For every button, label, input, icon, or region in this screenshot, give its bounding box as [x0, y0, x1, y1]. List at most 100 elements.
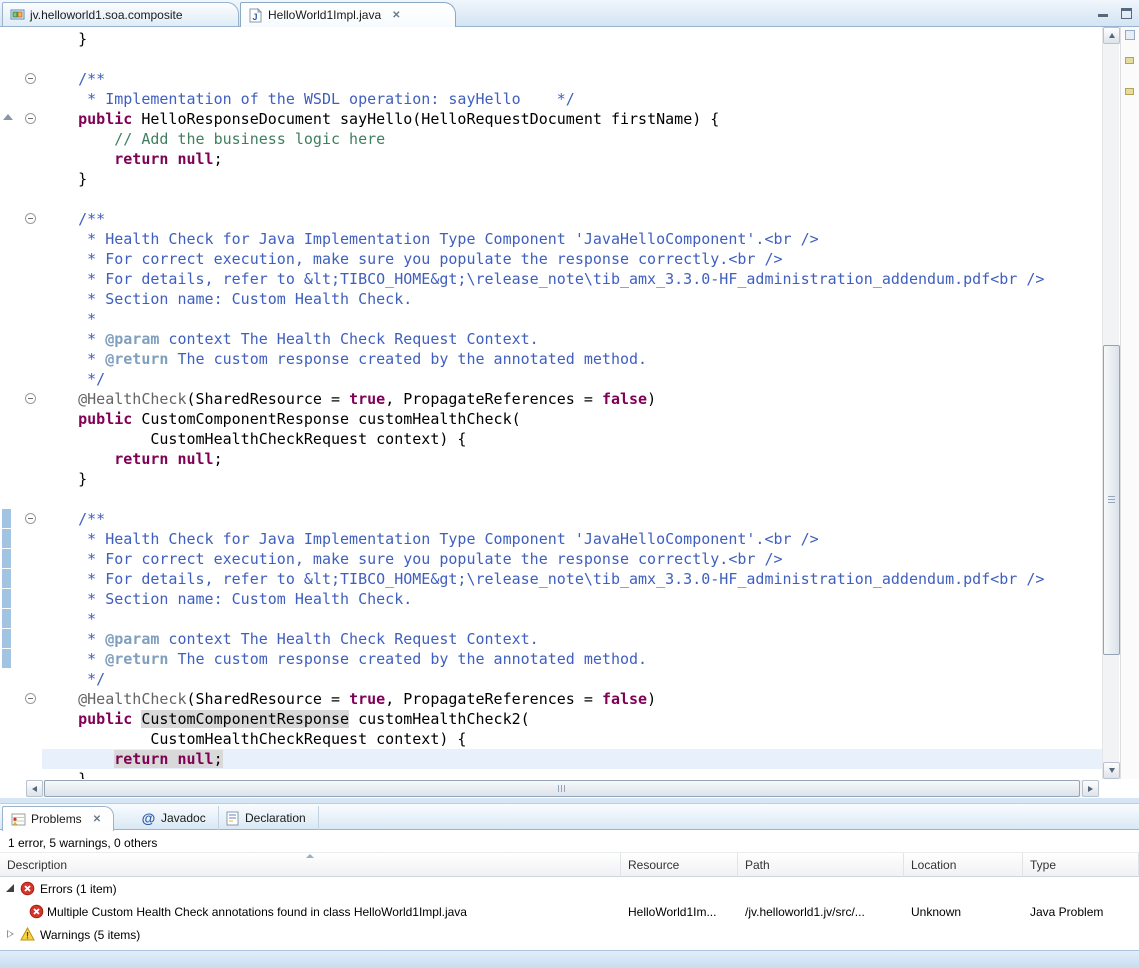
code-line[interactable]: // Add the business logic here [42, 129, 1102, 149]
overview-ruler-header-icon[interactable] [1125, 30, 1135, 40]
code-line[interactable]: return null; [42, 449, 1102, 469]
code-line[interactable]: * @param context The Health Check Reques… [42, 629, 1102, 649]
code-line[interactable]: * @return The custom response created by… [42, 649, 1102, 669]
editor-tab-helloworld1impl-java[interactable]: J HelloWorld1Impl.java ✕ [240, 2, 456, 27]
problems-view: Problems ✕ @ Javadoc Declaration [0, 803, 1139, 950]
maximize-view-icon[interactable] [1119, 5, 1133, 19]
declaration-view-icon [225, 811, 240, 826]
overview-warning-marker[interactable] [1125, 57, 1134, 64]
code-line[interactable]: * For details, refer to &lt;TIBCO_HOME&g… [42, 569, 1102, 589]
code-line[interactable]: public CustomComponentResponse customHea… [42, 709, 1102, 729]
code-line[interactable]: CustomHealthCheckRequest context) { [42, 429, 1102, 449]
tab-javadoc[interactable]: @ Javadoc [133, 806, 219, 830]
code-line[interactable]: * Section name: Custom Health Check. [42, 589, 1102, 609]
code-line[interactable]: */ [42, 369, 1102, 389]
code-line[interactable]: * Health Check for Java Implementation T… [42, 529, 1102, 549]
folding-ruler[interactable] [20, 27, 42, 779]
column-header-resource[interactable]: Resource [621, 853, 738, 877]
code-line[interactable]: return null; [42, 149, 1102, 169]
vertical-scrollbar[interactable] [1102, 27, 1119, 779]
problems-group-errors[interactable]: Errors (1 item) [0, 877, 1139, 900]
java-editor: } /** * Implementation of the WSDL opera… [0, 27, 1139, 798]
fold-collapse-icon[interactable] [25, 393, 36, 404]
tab-label: Javadoc [161, 811, 206, 825]
code-line[interactable]: * [42, 609, 1102, 629]
code-line[interactable]: * For correct execution, make sure you p… [42, 249, 1102, 269]
fold-collapse-icon[interactable] [25, 73, 36, 84]
collapse-group-icon[interactable] [6, 884, 14, 892]
tab-problems[interactable]: Problems ✕ [2, 806, 114, 831]
code-line[interactable]: * For details, refer to &lt;TIBCO_HOME&g… [42, 269, 1102, 289]
scroll-left-button[interactable] [26, 780, 43, 797]
annotation-ruler[interactable] [0, 27, 20, 779]
vertical-scrollbar-thumb[interactable] [1103, 345, 1120, 655]
fold-collapse-icon[interactable] [25, 113, 36, 124]
code-line[interactable]: public HelloResponseDocument sayHello(He… [42, 109, 1102, 129]
group-label: Warnings (5 items) [40, 928, 140, 942]
code-line[interactable]: * Health Check for Java Implementation T… [42, 229, 1102, 249]
column-header-description[interactable]: Description [0, 853, 621, 877]
code-line[interactable]: */ [42, 669, 1102, 689]
fold-collapse-icon[interactable] [25, 213, 36, 224]
problems-summary: 1 error, 5 warnings, 0 others [0, 831, 1139, 853]
code-line[interactable]: CustomHealthCheckRequest context) { [42, 729, 1102, 749]
java-file-icon: J [248, 8, 263, 23]
scroll-up-button[interactable] [1103, 27, 1120, 44]
code-line[interactable]: /** [42, 69, 1102, 89]
code-line[interactable]: } [42, 469, 1102, 489]
problems-row-error[interactable]: Multiple Custom Health Check annotations… [0, 900, 1139, 923]
quick-diff-change-bar [2, 509, 11, 528]
scroll-down-button[interactable] [1103, 762, 1120, 779]
code-line[interactable]: /** [42, 209, 1102, 229]
problem-path: /jv.helloworld1.jv/src/... [745, 905, 865, 919]
column-header-path[interactable]: Path [738, 853, 904, 877]
sort-ascending-icon [306, 854, 314, 858]
code-line[interactable]: * For correct execution, make sure you p… [42, 549, 1102, 569]
code-line[interactable] [42, 49, 1102, 69]
editor-tab-label: jv.helloworld1.soa.composite [30, 8, 183, 22]
code-line[interactable]: * @return The custom response created by… [42, 349, 1102, 369]
code-line[interactable]: @HealthCheck(SharedResource = true, Prop… [42, 389, 1102, 409]
quick-diff-change-bar [2, 609, 11, 628]
code-line[interactable]: } [42, 169, 1102, 189]
warning-icon: ! [20, 927, 35, 942]
code-line[interactable]: return null; [42, 749, 1102, 769]
editor-tab-label: HelloWorld1Impl.java [268, 8, 381, 22]
code-line[interactable]: * @param context The Health Check Reques… [42, 329, 1102, 349]
code-line[interactable]: * [42, 309, 1102, 329]
problems-table-header: Description Resource Path Location Type [0, 853, 1139, 877]
view-tab-bar: Problems ✕ @ Javadoc Declaration [0, 803, 1139, 830]
editor-tab-composite[interactable]: jv.helloworld1.soa.composite [2, 2, 239, 26]
code-line[interactable]: } [42, 769, 1102, 779]
expand-group-icon[interactable] [7, 930, 14, 938]
horizontal-scrollbar-thumb[interactable] [44, 780, 1080, 797]
code-line[interactable]: @HealthCheck(SharedResource = true, Prop… [42, 689, 1102, 709]
code-line[interactable] [42, 189, 1102, 209]
svg-text:J: J [252, 12, 257, 22]
code-line[interactable]: * Implementation of the WSDL operation: … [42, 89, 1102, 109]
javadoc-view-icon: @ [141, 811, 156, 826]
tab-label: Declaration [245, 811, 306, 825]
fold-collapse-icon[interactable] [25, 693, 36, 704]
code-line[interactable]: * Section name: Custom Health Check. [42, 289, 1102, 309]
quick-diff-change-bar [2, 649, 11, 668]
column-header-location[interactable]: Location [904, 853, 1023, 877]
code-line[interactable] [42, 489, 1102, 509]
scroll-right-button[interactable] [1082, 780, 1099, 797]
problems-group-warnings[interactable]: ! Warnings (5 items) [0, 923, 1139, 946]
code-area[interactable]: } /** * Implementation of the WSDL opera… [42, 27, 1102, 779]
tab-declaration[interactable]: Declaration [217, 806, 319, 830]
overview-ruler[interactable] [1120, 27, 1139, 779]
view-window-buttons [1096, 5, 1133, 19]
horizontal-scrollbar[interactable] [26, 780, 1099, 797]
code-line[interactable]: public CustomComponentResponse customHea… [42, 409, 1102, 429]
code-line[interactable]: } [42, 29, 1102, 49]
overview-warning-marker[interactable] [1125, 88, 1134, 95]
close-view-icon[interactable]: ✕ [93, 814, 101, 825]
minimize-view-icon[interactable] [1096, 5, 1110, 19]
quick-diff-change-bar [2, 549, 11, 568]
fold-collapse-icon[interactable] [25, 513, 36, 524]
close-tab-icon[interactable]: ✕ [392, 10, 400, 21]
code-line[interactable]: /** [42, 509, 1102, 529]
column-header-type[interactable]: Type [1023, 853, 1139, 877]
